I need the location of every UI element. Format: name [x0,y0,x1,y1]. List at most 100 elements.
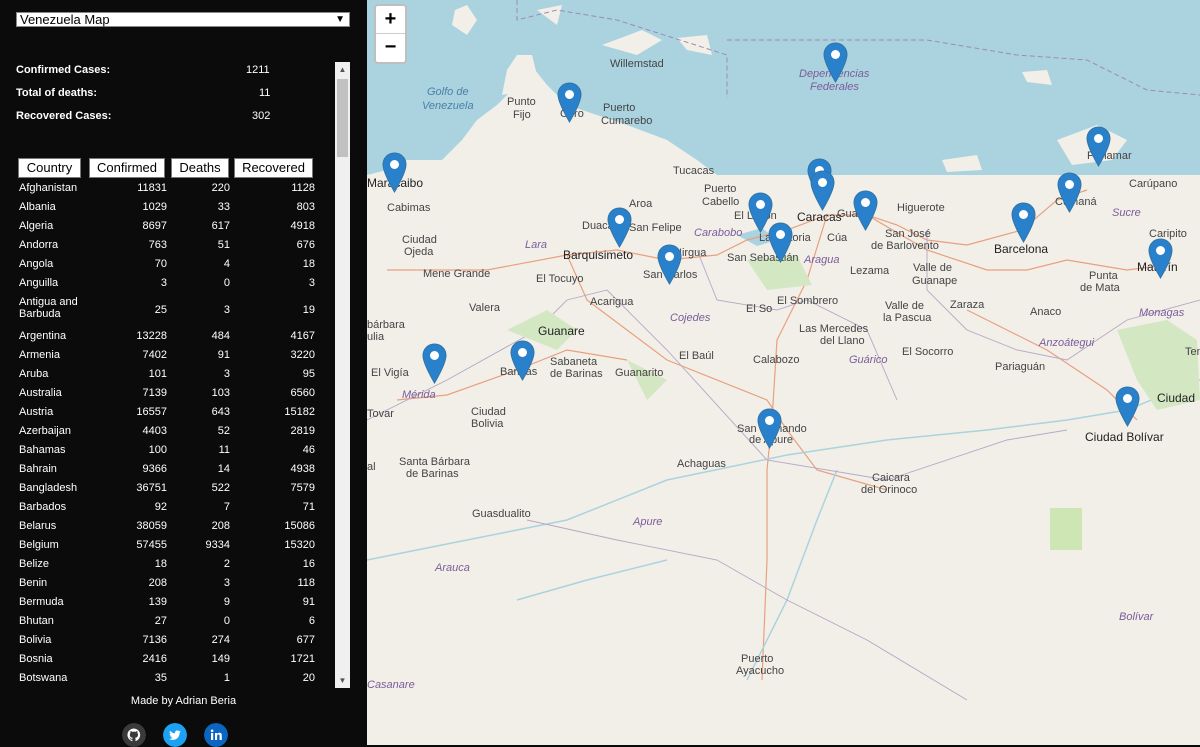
table-row: Benin 208 3 118 [16,577,336,596]
header-confirmed-button[interactable]: Confirmed [89,158,165,178]
map-label: bárbara [367,319,405,331]
confirmed-cell: 27 [154,615,167,627]
zoom-out-button[interactable]: − [376,34,405,62]
deaths-cell: 0 [223,277,230,289]
deaths-cell: 51 [217,239,230,251]
map-label: Guasdualito [472,508,531,520]
confirmed-cell: 57455 [136,539,167,551]
deaths-cell: 220 [211,182,230,194]
recovered-cell: 1128 [291,182,315,194]
recovered-cell: 118 [297,577,315,589]
deaths-cell: 643 [211,406,230,418]
table-row: Andorra 763 51 676 [16,239,336,258]
confirmed-cell: 9366 [142,463,167,475]
map-label: Higuerote [897,202,945,214]
map-marker-icon[interactable] [1148,238,1173,279]
map-label: de Barlovento [871,240,939,252]
map-marker-icon[interactable] [810,170,835,211]
table-row: Australia 7139 103 6560 [16,387,336,406]
map-marker-icon[interactable] [607,207,632,248]
map-label: Ciudad [471,406,506,418]
recovered-cell: 4938 [290,463,315,475]
confirmed-cell: 25 [154,304,167,316]
deaths-cell: 3 [223,304,230,316]
credit-text: Made by Adrian Beria [130,695,237,707]
map-label: Monagas [1139,307,1185,319]
map-label: San José [885,228,931,240]
map-marker-icon[interactable] [1086,126,1111,167]
deaths-cell: 3 [223,577,230,589]
header-country-button[interactable]: Country [18,158,81,178]
header-deaths-button[interactable]: Deaths [171,158,229,178]
table-row: Anguilla 3 0 3 [16,277,336,296]
confirmed-cell: 1029 [142,201,167,213]
map-marker-icon[interactable] [823,42,848,83]
map-label: Barquisimeto [563,248,634,262]
map-marker-icon[interactable] [510,340,535,381]
map-label: Valle de [885,300,924,312]
deaths-cell: 91 [217,349,230,361]
zoom-in-button[interactable]: + [376,6,405,34]
deaths-cell: 3 [223,368,230,380]
map-marker-icon[interactable] [382,152,407,193]
map-marker-icon[interactable] [1011,202,1036,243]
table-row: Bermuda 139 9 91 [16,596,336,615]
map-marker-icon[interactable] [1057,172,1082,213]
map-label: Cojedes [670,312,711,324]
map-label: del Orinoco [861,484,918,496]
github-icon[interactable] [122,723,146,747]
map-marker-icon[interactable] [422,343,447,384]
map-label: El So [746,303,773,315]
recovered-cell: 15182 [284,406,315,418]
table-row: Belize 18 2 16 [16,558,336,577]
map-label: Guanare [538,324,585,338]
deaths-cell: 522 [211,482,230,494]
map-label: Bolívar [1119,611,1154,623]
map-marker-icon[interactable] [853,190,878,231]
map-label: Guárico [849,354,888,366]
map-select-dropdown[interactable]: Venezuela Map ▼ [16,12,350,27]
venezuela-map[interactable]: + − Willemstad Dependencias Federales Go… [367,0,1200,745]
map-label: Anaco [1030,306,1062,318]
deaths-cell: 617 [211,220,230,232]
table-scrollbar[interactable]: ▲ ▼ [335,62,350,688]
country-cell: Belarus [19,520,57,532]
country-cell: Bangladesh [19,482,78,494]
confirmed-cell: 3 [160,277,167,289]
country-cell: Azerbaijan [19,425,71,437]
map-label: Puerto [603,102,636,114]
map-label: Cabimas [387,202,431,214]
map-marker-icon[interactable] [768,222,793,263]
country-cell: Botswana [19,672,68,684]
table-row: Angola 70 4 18 [16,258,336,277]
confirmed-cell: 70 [154,258,167,270]
map-label: Aragua [804,254,840,266]
map-label: Valera [469,302,500,314]
scroll-down-arrow-icon[interactable]: ▼ [335,673,350,688]
table-row: Albania 1029 33 803 [16,201,336,220]
scrollbar-thumb[interactable] [337,79,348,157]
map-label: Punto [507,96,536,108]
deaths-cell: 103 [211,387,230,399]
map-label: Ciudad [402,234,437,246]
map-marker-icon[interactable] [757,408,782,449]
map-label: de Mata [1080,282,1120,294]
header-recovered-button[interactable]: Recovered [234,158,313,178]
table-row: Aruba 101 3 95 [16,368,336,387]
recovered-cell: 46 [302,444,315,456]
deaths-cell: 14 [217,463,230,475]
recovered-cell: 4918 [290,220,315,232]
map-marker-icon[interactable] [657,244,682,285]
twitter-icon[interactable] [163,723,187,747]
map-marker-icon[interactable] [557,82,582,123]
confirmed-cell: 36751 [136,482,167,494]
map-marker-icon[interactable] [1115,386,1140,427]
deaths-cell: 4 [223,258,230,270]
countries-table[interactable]: Country Confirmed Deaths Recovered Afgha… [16,62,351,688]
scroll-up-arrow-icon[interactable]: ▲ [335,62,350,77]
country-cell: Belize [19,558,49,570]
table-row: Bosnia 2416 149 1721 [16,653,336,672]
linkedin-icon[interactable] [204,723,228,747]
country-cell: Albania [19,201,56,213]
country-cell: Antigua and Barbuda [19,296,78,320]
